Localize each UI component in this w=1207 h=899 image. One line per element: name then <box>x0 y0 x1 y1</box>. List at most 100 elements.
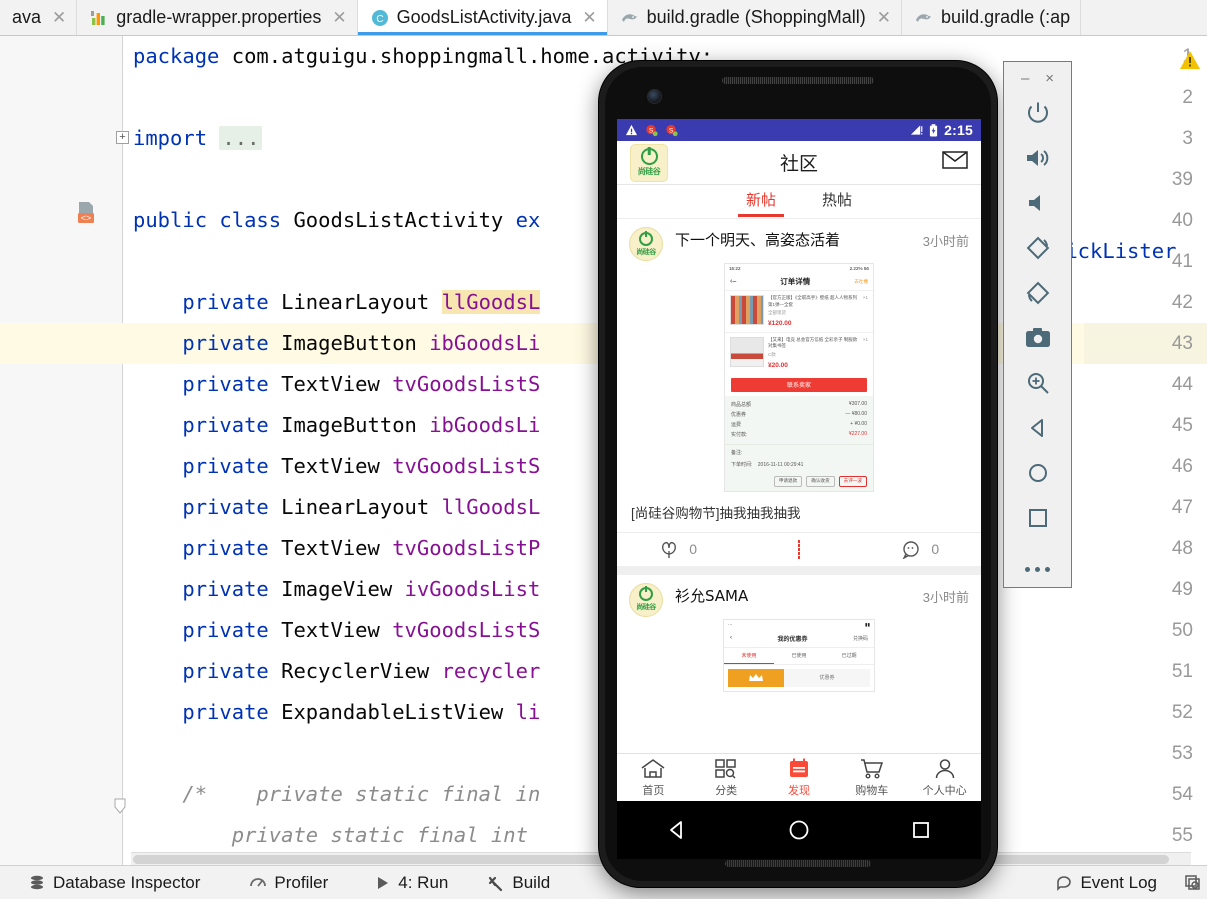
like-leaf-icon <box>662 542 677 559</box>
avatar[interactable]: 尚硅谷 <box>629 227 663 261</box>
coupon-title: 我的优惠券 <box>777 636 808 643</box>
back-button[interactable] <box>666 819 688 841</box>
status-layout-inspector[interactable] <box>1170 873 1207 893</box>
post-action-bar: 0 0 <box>617 531 981 566</box>
post-screenshot-order-detail[interactable]: 15:22 2.22% 56 ‹– 订单详情 去吐槽 【官方正版】《全职高手》壁… <box>724 263 874 492</box>
rotate-left-button[interactable] <box>1003 225 1072 270</box>
nav-discover[interactable]: 发现 <box>763 758 836 798</box>
status-event-log[interactable]: Event Log <box>1041 873 1170 893</box>
code-token: ImageView <box>281 577 405 601</box>
back-triangle-icon <box>1030 418 1043 437</box>
emulator-screen[interactable]: S S 2:15 尚硅谷 社区 新帖 热帖 尚硅谷 下一个明天、高姿态活着 3小… <box>617 119 981 801</box>
warning-triangle-icon[interactable] <box>1179 50 1201 70</box>
code-token: public class <box>133 208 294 232</box>
confirm-receipt-button[interactable]: 确认收货 <box>806 475 835 487</box>
tab-gradle-wrapper-properties[interactable]: gradle-wrapper.properties ✕ <box>77 0 358 35</box>
home-button[interactable] <box>1003 450 1072 495</box>
avatar[interactable]: 尚硅谷 <box>629 582 663 617</box>
minimize-button[interactable]: – <box>1021 71 1029 86</box>
cart-icon <box>860 758 883 779</box>
tab-build-gradle-app[interactable]: build.gradle (:ap <box>902 0 1082 35</box>
home-button[interactable] <box>787 818 811 842</box>
class-marker-icon[interactable]: <> <box>73 200 99 226</box>
nav-home[interactable]: 首页 <box>617 758 690 798</box>
post-feed[interactable]: 尚硅谷 下一个明天、高姿态活着 3小时前 15:22 2.22% 56 ‹– 订… <box>617 219 981 698</box>
close-icon[interactable]: ✕ <box>582 8 596 28</box>
nav-cart[interactable]: 购物车 <box>835 758 908 798</box>
emulator-toolbar: – × <box>1003 61 1072 588</box>
code-token: private <box>133 331 282 355</box>
shot-status-left: 15:22 <box>729 266 741 271</box>
code-token: ibGoodsLi <box>429 413 541 437</box>
list-item[interactable]: 尚硅谷 下一个明天、高姿态活着 3小时前 15:22 2.22% 56 ‹– 订… <box>617 219 981 575</box>
app-notification-icon: S <box>646 124 658 136</box>
like-action[interactable]: 0 <box>617 539 738 559</box>
code-token: ivGoodsList <box>404 577 541 601</box>
tab-java-partial[interactable]: ava ✕ <box>0 0 78 35</box>
zoom-button[interactable] <box>1003 360 1072 405</box>
volume-up-button[interactable] <box>1003 135 1072 180</box>
status-build[interactable]: Build <box>473 873 563 893</box>
code-token: li <box>515 700 541 724</box>
volume-down-button[interactable] <box>1003 180 1072 225</box>
tab-label: build.gradle (ShoppingMall) <box>646 7 866 27</box>
power-button[interactable] <box>1003 90 1072 135</box>
status-database-inspector[interactable]: Database Inspector <box>14 873 213 893</box>
code-token: private <box>133 659 282 683</box>
fold-expand-icon[interactable]: + <box>116 131 129 144</box>
status-profiler[interactable]: Profiler <box>235 873 341 893</box>
code-token: package <box>133 44 232 68</box>
home-circle-icon <box>1028 463 1047 482</box>
nav-label: 发现 <box>787 784 810 797</box>
rotate-right-button[interactable] <box>1003 270 1072 315</box>
code-token: tvGoodsListP <box>392 536 541 560</box>
post-timestamp: 3小时前 <box>922 589 969 605</box>
coupon-tab-unused[interactable]: 未使用 <box>724 648 774 664</box>
code-token: ImageButton <box>281 413 430 437</box>
fold-collapse-icon[interactable] <box>113 787 127 814</box>
nav-category[interactable]: 分类 <box>690 758 763 798</box>
mail-envelope-icon[interactable] <box>942 150 968 175</box>
zoom-in-icon <box>1027 372 1049 394</box>
code-token: tvGoodsListS <box>392 372 541 396</box>
tab-label: build.gradle (:ap <box>941 7 1071 27</box>
tab-label: GoodsListActivity.java <box>396 7 572 27</box>
overview-button[interactable] <box>1003 495 1072 540</box>
close-icon[interactable]: ✕ <box>877 8 891 28</box>
tab-new-posts[interactable]: 新帖 <box>737 189 785 217</box>
back-button[interactable] <box>1003 405 1072 450</box>
discover-calendar-icon <box>789 758 808 777</box>
recents-button[interactable] <box>910 819 932 841</box>
more-button[interactable] <box>1003 540 1072 585</box>
review-button[interactable]: 去评一波 <box>838 475 867 487</box>
svg-text:C: C <box>376 14 383 25</box>
status-run[interactable]: 4: Run <box>359 873 461 893</box>
tab-hot-posts[interactable]: 热帖 <box>822 189 852 215</box>
contact-seller-button[interactable]: 联系卖家 <box>731 377 867 392</box>
coupon-tab-used[interactable]: 已使用 <box>774 648 824 664</box>
nav-profile[interactable]: 个人中心 <box>908 758 981 798</box>
post-screenshot-coupon-list[interactable]: ··· ▮▮ ‹ 我的优惠券 兑换码 未使用 已使用 已过期 优惠券 <box>723 618 875 692</box>
comment-action[interactable]: 0 <box>860 540 981 559</box>
shot-status-left: ··· <box>728 622 733 628</box>
nav-label: 分类 <box>715 784 738 797</box>
list-item[interactable]: 尚硅谷 衫允SAMA 3小时前 ··· ▮▮ ‹ 我的优惠券 兑换码 未使用 已… <box>617 574 981 698</box>
coupon-tab-expired[interactable]: 已过期 <box>824 648 874 664</box>
code-token: llGoodsL <box>441 290 541 314</box>
redeem-code-label: 兑换码 <box>852 635 868 642</box>
close-button[interactable]: × <box>1045 71 1054 86</box>
screenshot-button[interactable] <box>1003 315 1072 360</box>
order-summary: 商品总额 ¥307.00 优惠券 — ¥80.00 运费 + ¥0.00 实付款… <box>725 395 873 444</box>
code-token: ExpandableListView <box>281 700 516 724</box>
tab-goodslistactivity-java[interactable]: C GoodsListActivity.java ✕ <box>357 0 608 35</box>
summary-label: 运费 <box>731 422 742 429</box>
refund-button[interactable]: 申请退款 <box>773 475 803 487</box>
battery-icon <box>930 123 938 136</box>
code-token: LinearLayout <box>281 290 442 314</box>
status-clock: 2:15 <box>944 122 973 138</box>
tab-build-gradle-shoppingmall[interactable]: build.gradle (ShoppingMall) ✕ <box>608 0 903 35</box>
close-icon[interactable]: ✕ <box>52 8 66 28</box>
close-icon[interactable]: ✕ <box>332 8 346 28</box>
signal-icon <box>911 125 923 135</box>
more-action[interactable] <box>738 540 859 559</box>
